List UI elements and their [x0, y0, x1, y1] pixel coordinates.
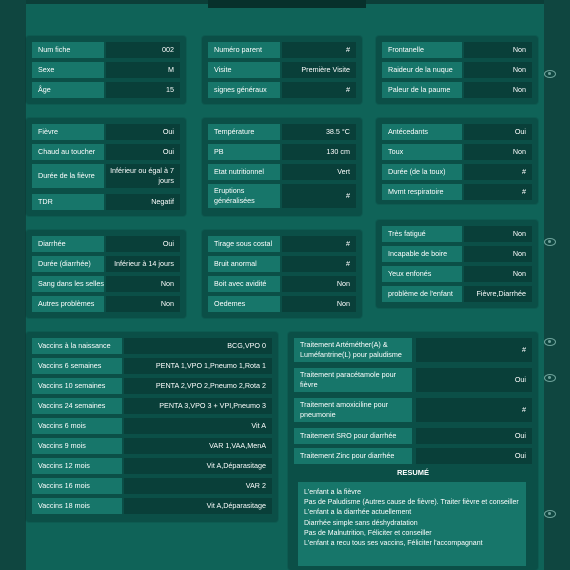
field-boit-avidite: Boit avec avidité Non — [208, 276, 356, 292]
field-probleme-enfant: problème de l'enfant Fièvre,Diarrhée — [382, 286, 532, 302]
eye-icon[interactable] — [544, 338, 556, 346]
vaccin-row: Vaccins 12 mois Vit A,Déparasitage — [32, 458, 272, 474]
field-tres-fatigue: Très fatigué Non — [382, 226, 532, 242]
resume-title: RESUMÉ — [396, 468, 430, 477]
field-duree-fievre: Durée de la fièvre Inférieur ou égal à 7… — [32, 164, 180, 188]
vaccin-row: Vaccins à la naissance BCG,VPO 0 — [32, 338, 272, 354]
field-oedemes: Oedemes Non — [208, 296, 356, 312]
field-temperature: Température 38.5 °C — [208, 124, 356, 140]
card-visit: Numéro parent # Visite Première Visite s… — [202, 36, 362, 104]
card-diarrhee: Diarrhée Oui Durée (diarrhée) Inférieur … — [26, 230, 186, 318]
field-sang-selles: Sang dans les selles Non — [32, 276, 180, 292]
card-toux: Antécedants Oui Toux Non Durée (de la to… — [376, 118, 538, 204]
field-bruit-anormal: Bruit anormal # — [208, 256, 356, 272]
card-mesures: Température 38.5 °C PB 130 cm Etat nutri… — [202, 118, 362, 216]
card-fievre: Fièvre Oui Chaud au toucher Oui Durée de… — [26, 118, 186, 216]
traitement-row: Traitement Artéméther(A) & Luméfantrine(… — [294, 338, 532, 362]
field-toux: Toux Non — [382, 144, 532, 160]
card-etat-general: Très fatigué Non Incapable de boire Non … — [376, 220, 538, 308]
traitement-row: Traitement amoxiciline pour pneumonie # — [294, 398, 532, 422]
field-tirage-sous-costal: Tirage sous costal # — [208, 236, 356, 252]
eye-icon[interactable] — [544, 510, 556, 518]
field-yeux-enfonces: Yeux enfonés Non — [382, 266, 532, 282]
eye-icon[interactable] — [544, 374, 556, 382]
field-duree-diarrhee: Durée (diarrhée) Inférieur à 14 jours — [32, 256, 180, 272]
traitement-row: Traitement SRO pour diarrhée Oui — [294, 428, 532, 444]
vaccin-row: Vaccins 16 mois VAR 2 — [32, 478, 272, 494]
vaccin-row: Vaccins 18 mois Vit A,Déparasitage — [32, 498, 272, 514]
field-eruptions: Eruptions généralisées # — [208, 184, 356, 208]
card-neuro: Frontanelle Non Raideur de la nuque Non … — [376, 36, 538, 104]
vaccin-row: Vaccins 9 mois VAR 1,VAA,MenA — [32, 438, 272, 454]
field-age: Âge 15 — [32, 82, 180, 98]
background-right-column — [544, 0, 570, 570]
card-identity: Num fiche 002 Sexe M Âge 15 — [26, 36, 186, 104]
field-incapable-boire: Incapable de boire Non — [382, 246, 532, 262]
field-tdr: TDR Negatif — [32, 194, 180, 210]
eye-icon[interactable] — [544, 238, 556, 246]
resume-line: L'enfant a la fièvre — [304, 489, 361, 496]
field-mvmt-respiratoire: Mvmt respiratoire # — [382, 184, 532, 200]
resume-line: Pas de Malnutrition, Féliciter et consei… — [304, 529, 432, 537]
field-raideur-nuque: Raideur de la nuque Non — [382, 62, 532, 78]
field-diarrhee: Diarrhée Oui — [32, 236, 180, 252]
card-respiration: Tirage sous costal # Bruit anormal # Boi… — [202, 230, 362, 318]
field-paleur-paume: Paleur de la paume Non — [382, 82, 532, 98]
field-chaud-toucher: Chaud au toucher Oui — [32, 144, 180, 160]
background-left-column — [0, 0, 26, 570]
resume-line: Diarrhée simple sans déshydratation — [304, 519, 418, 527]
vaccin-row: Vaccins 6 semaines PENTA 1,VPO 1,Pneumo … — [32, 358, 272, 374]
vaccin-row: Vaccins 24 semaines PENTA 3,VPO 3 + VPI,… — [32, 398, 272, 414]
eye-icon[interactable] — [544, 70, 556, 78]
traitement-row: Traitement Zinc pour diarrhée Oui — [294, 448, 532, 464]
resume-line: L'enfant a la diarrhée actuellement — [304, 509, 412, 517]
field-sexe: Sexe M — [32, 62, 180, 78]
field-signes-generaux: signes généraux # — [208, 82, 356, 98]
field-etat-nutritionnel: Etat nutritionnel Vert — [208, 164, 356, 180]
top-header-bar — [208, 0, 366, 8]
resume-box: L'enfant a la fièvre Pas de Paludisme (A… — [298, 482, 526, 566]
resume-line: L'enfant a recu tous ses vaccins, Félici… — [304, 540, 483, 548]
field-duree-toux: Durée (de la toux) # — [382, 164, 532, 180]
field-antecedants: Antécedants Oui — [382, 124, 532, 140]
card-vaccins: Vaccins à la naissance BCG,VPO 0 Vaccins… — [26, 332, 278, 522]
field-fievre: Fièvre Oui — [32, 124, 180, 140]
vaccin-row: Vaccins 10 semaines PENTA 2,VPO 2,Pneumo… — [32, 378, 272, 394]
field-visite: Visite Première Visite — [208, 62, 356, 78]
field-num-fiche: Num fiche 002 — [32, 42, 180, 58]
field-pb: PB 130 cm — [208, 144, 356, 160]
vaccin-row: Vaccins 6 mois Vit A — [32, 418, 272, 434]
resume-line: Pas de Paludisme (Autres cause de fièvre… — [304, 499, 519, 507]
field-frontanelle: Frontanelle Non — [382, 42, 532, 58]
traitement-row: Traitement paracétamole pour fièvre Oui — [294, 368, 532, 392]
field-autres-problemes: Autres problèmes Non — [32, 296, 180, 312]
field-numero-parent: Numéro parent # — [208, 42, 356, 58]
